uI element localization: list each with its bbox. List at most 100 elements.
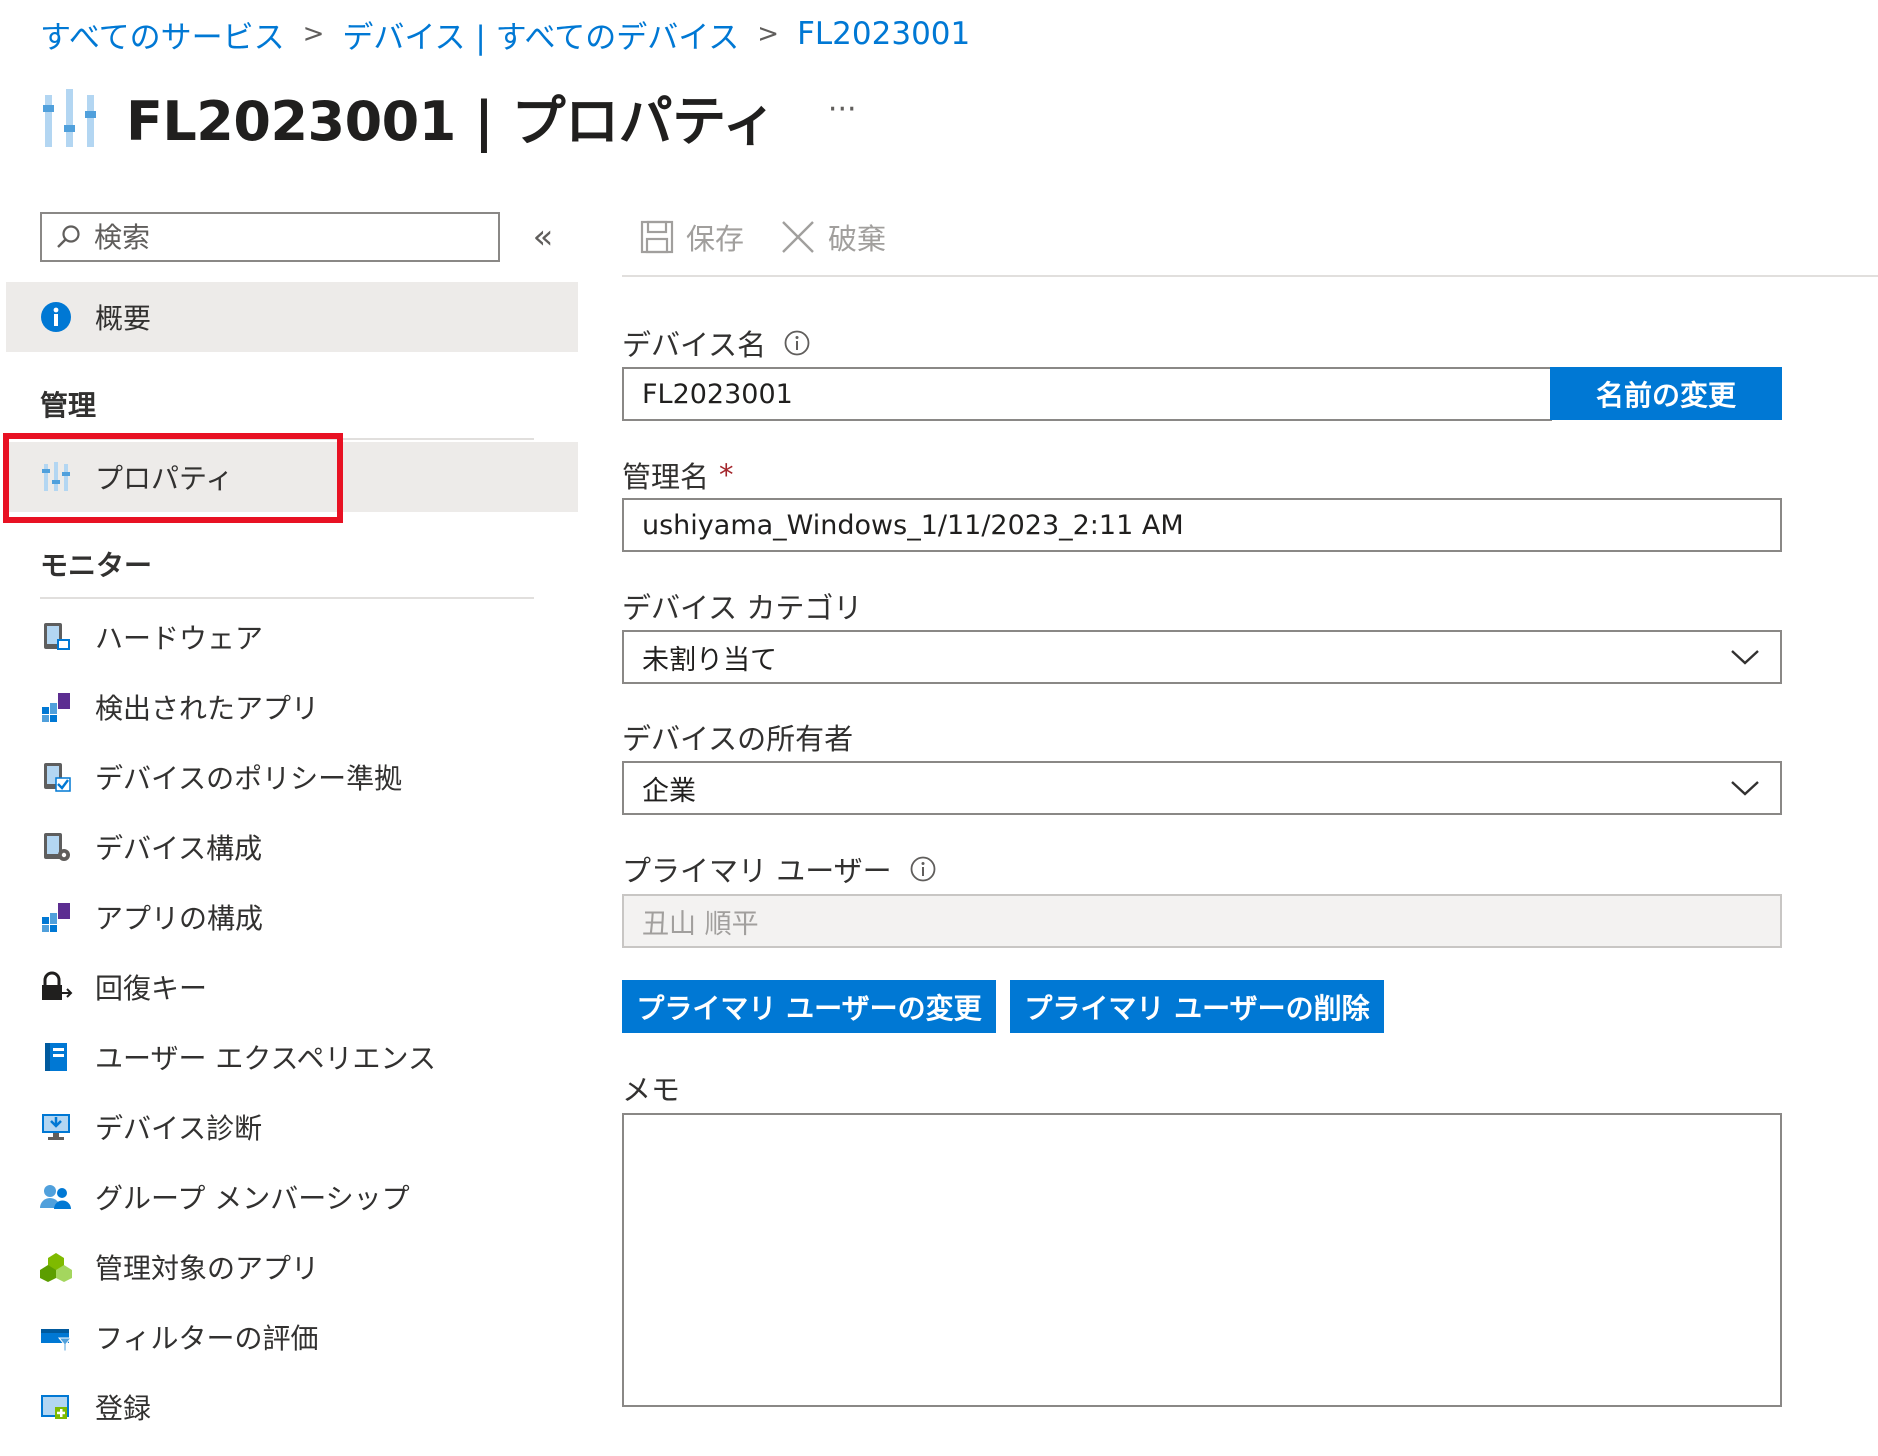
device-owner-label: デバイスの所有者 [622, 716, 853, 758]
management-name-input[interactable] [624, 508, 1780, 542]
device-owner-value: 企業 [642, 775, 696, 807]
sidebar-item-label: 回復キー [95, 972, 208, 1005]
sidebar-item-label: 概要 [95, 302, 152, 335]
toolbar-divider [622, 275, 1878, 277]
sidebar-item-user-experience[interactable]: ユーザー エクスペリエンス [6, 1022, 578, 1092]
sidebar-item-enrollment[interactable]: 登録 [6, 1372, 578, 1442]
section-manage: 管理 [40, 389, 97, 422]
discard-label: 破棄 [828, 222, 887, 256]
properties-sliders-icon [40, 81, 100, 151]
sidebar-item-label: プロパティ [95, 462, 234, 495]
device-compliance-icon [39, 760, 73, 794]
device-configuration-icon [39, 830, 73, 864]
sidebar-search[interactable] [40, 212, 500, 262]
device-name-field[interactable] [622, 367, 1552, 421]
section-monitor: モニター [40, 549, 153, 582]
sidebar-item-label: 登録 [95, 1392, 152, 1425]
sidebar-item-label: デバイスのポリシー準拠 [95, 762, 403, 795]
properties-sliders-icon [39, 460, 73, 494]
info-outline-icon[interactable] [784, 330, 810, 356]
sidebar-item-managed-apps[interactable]: 管理対象のアプリ [6, 1232, 578, 1302]
device-category-label: デバイス カテゴリ [622, 585, 862, 627]
sidebar-item-group-membership[interactable]: グループ メンバーシップ [6, 1162, 578, 1232]
field-label-text: デバイス名 [622, 328, 767, 362]
hardware-icon [39, 620, 73, 654]
group-membership-icon [39, 1180, 73, 1214]
sidebar-item-label: フィルターの評価 [95, 1322, 319, 1355]
page-header: FL2023001 | プロパティ ··· [40, 76, 857, 156]
device-owner-select[interactable]: 企業 [622, 761, 1782, 815]
rename-button[interactable]: 名前の変更 [1550, 367, 1782, 420]
memo-field[interactable] [622, 1113, 1782, 1407]
save-icon [640, 220, 674, 254]
breadcrumb-separator: > [302, 19, 325, 49]
chevron-down-icon [1731, 650, 1759, 665]
management-name-label: 管理名 * [622, 454, 734, 496]
sidebar-item-label: 管理対象のアプリ [95, 1252, 320, 1285]
management-name-field[interactable] [622, 498, 1782, 552]
sidebar-item-hardware[interactable]: ハードウェア [6, 602, 578, 672]
command-bar: 保存 破棄 [640, 212, 922, 262]
enrollment-icon [39, 1390, 73, 1424]
discard-button[interactable]: 破棄 [780, 216, 886, 258]
search-icon [57, 225, 80, 248]
primary-user-label: プライマリ ユーザー [622, 848, 936, 890]
discovered-apps-icon [39, 690, 73, 724]
sidebar-item-label: ハードウェア [95, 622, 264, 655]
breadcrumb-all-services[interactable]: すべてのサービス [40, 12, 285, 57]
app-configuration-icon [39, 900, 73, 934]
device-name-input[interactable] [624, 377, 1550, 411]
info-outline-icon[interactable] [910, 856, 936, 882]
sidebar-item-label: デバイス構成 [95, 832, 263, 865]
sidebar-item-device-compliance[interactable]: デバイスのポリシー準拠 [6, 742, 578, 812]
info-icon [39, 300, 73, 334]
breadcrumb-device[interactable]: FL2023001 [797, 16, 970, 52]
required-mark: * [719, 458, 734, 492]
sidebar-item-filter-evaluation[interactable]: フィルターの評価 [6, 1302, 578, 1372]
change-primary-user-button[interactable]: プライマリ ユーザーの変更 [622, 980, 996, 1033]
device-diagnostics-icon [39, 1110, 73, 1144]
sidebar-item-recovery-keys[interactable]: 回復キー [6, 952, 578, 1022]
field-label-text: デバイス カテゴリ [622, 591, 863, 625]
more-options-button[interactable]: ··· [828, 92, 857, 127]
sidebar-item-device-diagnostics[interactable]: デバイス診断 [6, 1092, 578, 1162]
close-icon [782, 221, 814, 253]
collapse-sidebar-button[interactable]: « [528, 212, 558, 262]
sidebar-item-device-configuration[interactable]: デバイス構成 [6, 812, 578, 882]
sidebar-item-overview[interactable]: 概要 [6, 282, 578, 352]
device-name-label: デバイス名 [622, 322, 810, 364]
chevron-down-icon [1731, 781, 1759, 796]
section-divider [40, 438, 534, 440]
recovery-key-icon [39, 970, 73, 1004]
managed-apps-icon [39, 1250, 73, 1284]
field-label-text: プライマリ ユーザー [622, 854, 892, 888]
sidebar-item-label: 検出されたアプリ [95, 692, 320, 725]
breadcrumb-all-devices[interactable]: デバイス | すべてのデバイス [342, 12, 739, 57]
breadcrumb-separator: > [757, 19, 780, 49]
device-category-select[interactable]: 未割り当て [622, 630, 1782, 684]
breadcrumb: すべてのサービス > デバイス | すべてのデバイス > FL2023001 [40, 12, 970, 57]
sidebar-item-label: ユーザー エクスペリエンス [95, 1042, 436, 1075]
field-label-text: 管理名 [622, 460, 710, 494]
sidebar-item-label: グループ メンバーシップ [95, 1182, 410, 1215]
user-experience-icon [39, 1040, 73, 1074]
primary-user-field [622, 894, 1782, 948]
device-category-value: 未割り当て [642, 644, 777, 676]
sidebar-item-properties[interactable]: プロパティ [6, 442, 578, 512]
sidebar-item-discovered-apps[interactable]: 検出されたアプリ [6, 672, 578, 742]
field-label-text: メモ [622, 1073, 681, 1107]
primary-user-input [624, 904, 1780, 938]
page-title: FL2023001 | プロパティ [126, 89, 776, 153]
sidebar-item-label: アプリの構成 [95, 902, 264, 935]
search-input[interactable] [92, 219, 466, 255]
section-divider [40, 597, 534, 599]
save-label: 保存 [686, 222, 745, 256]
filter-evaluation-icon [39, 1320, 73, 1354]
field-label-text: デバイスの所有者 [622, 722, 854, 756]
sidebar-item-app-configuration[interactable]: アプリの構成 [6, 882, 578, 952]
remove-primary-user-button[interactable]: プライマリ ユーザーの削除 [1010, 980, 1384, 1033]
save-button[interactable]: 保存 [640, 216, 744, 258]
sidebar-item-label: デバイス診断 [95, 1112, 263, 1145]
memo-textarea[interactable] [624, 1115, 1780, 1405]
memo-label: メモ [622, 1067, 680, 1109]
